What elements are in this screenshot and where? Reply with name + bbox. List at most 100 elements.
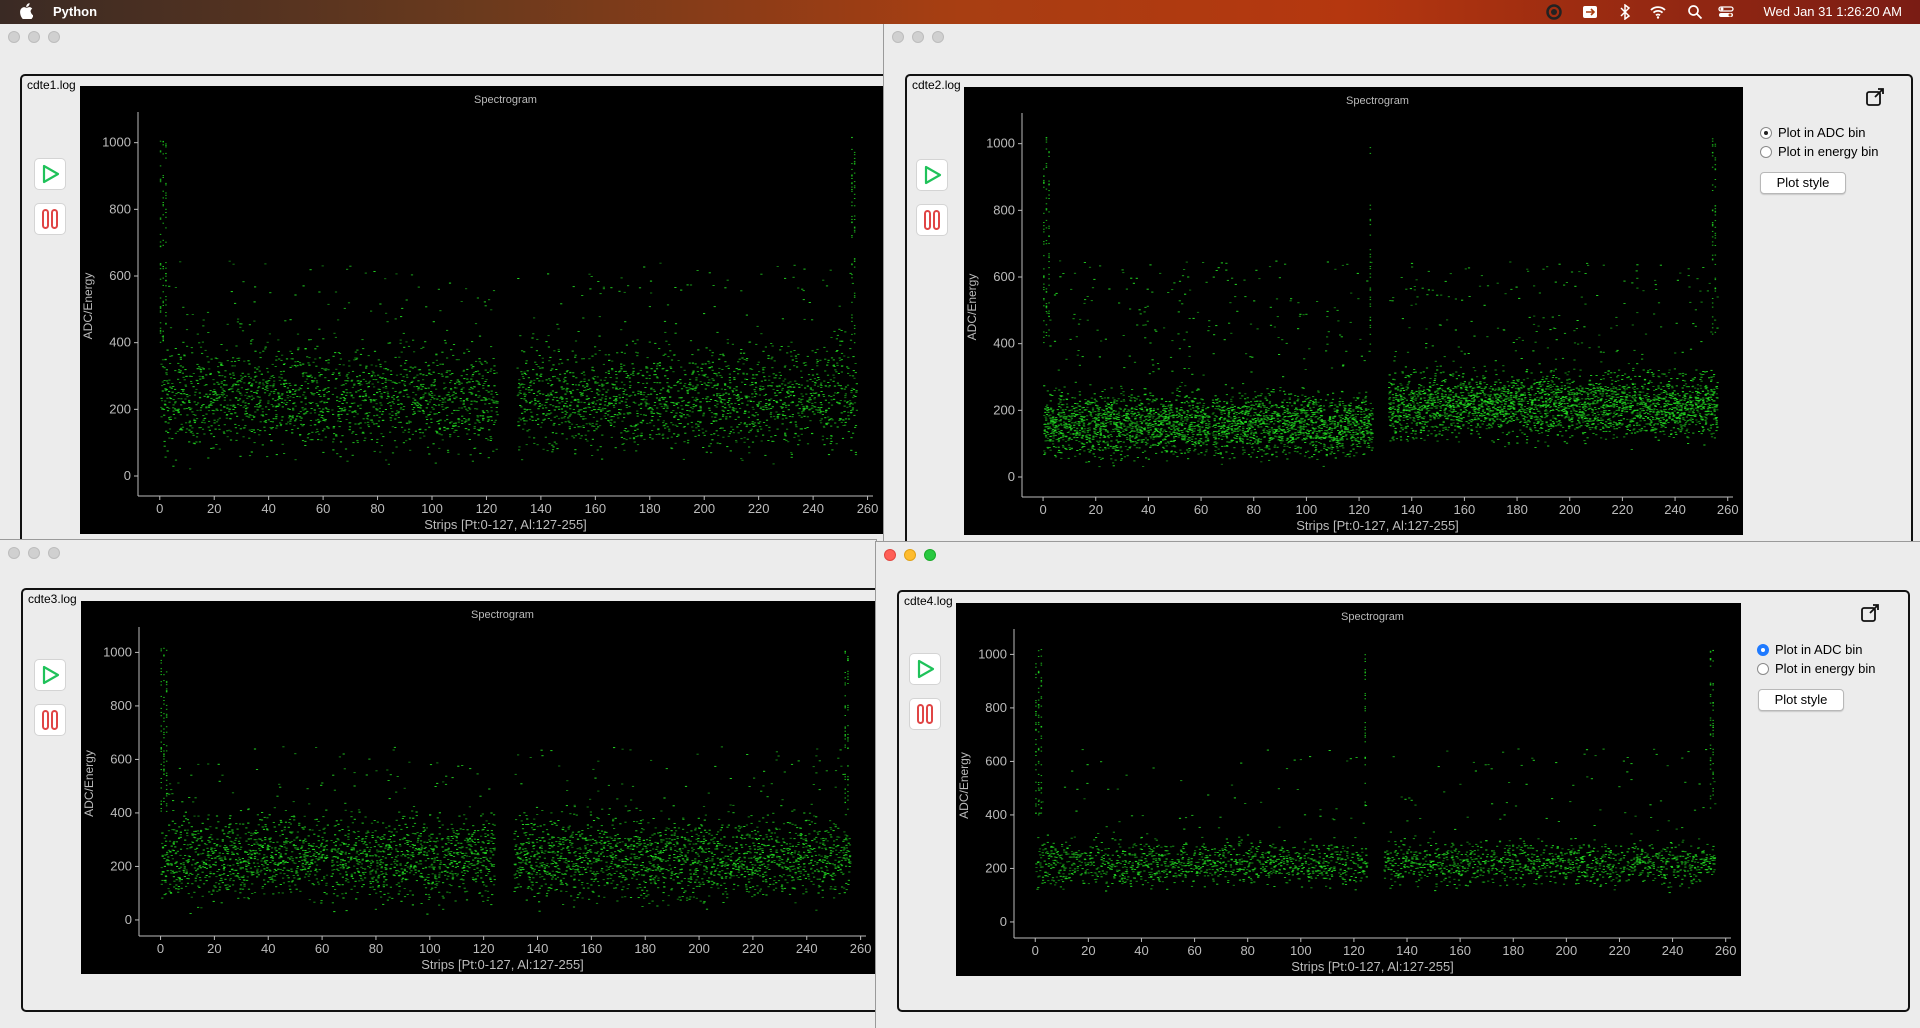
play-icon [42, 665, 60, 685]
panel-label: cdte2.log [912, 78, 961, 92]
bluetooth-icon[interactable] [1617, 4, 1633, 20]
plot-title: Spectrogram [1346, 95, 1409, 107]
pause-button[interactable] [35, 204, 65, 234]
y-tick-label: 0 [1000, 914, 1007, 929]
x-tick-label: 160 [1454, 502, 1476, 517]
spectrogram-plot[interactable]: Spectrogram 0 200 400 600 800 1000 0 20 40 60 80 100… [80, 86, 883, 534]
spectrogram-plot[interactable]: Spectrogram 0 200 400 600 800 1000 0 20 40 60 80 100… [964, 87, 1743, 535]
window-titlebar[interactable] [876, 542, 1920, 568]
app-name[interactable]: Python [53, 4, 97, 19]
radio-indicator[interactable] [1760, 126, 1772, 139]
zoom-button[interactable] [48, 547, 60, 559]
window-cdte3: cdte3.log Spectrogram 0 200 400 600 800 1000 0 2… [0, 540, 876, 1028]
popout-icon[interactable] [1859, 602, 1881, 624]
radio-indicator[interactable] [1757, 643, 1769, 656]
x-tick-label: 120 [473, 941, 495, 956]
x-tick-label: 220 [1609, 943, 1631, 958]
x-tick-label: 120 [1343, 943, 1365, 958]
x-tick-label: 200 [693, 501, 715, 516]
play-button[interactable] [910, 654, 940, 684]
plot-title: Spectrogram [474, 94, 537, 106]
close-button[interactable] [8, 31, 20, 43]
x-tick-label: 140 [530, 501, 552, 516]
x-tick-label: 120 [1348, 502, 1370, 517]
x-tick-label: 220 [748, 501, 770, 516]
minimize-button[interactable] [912, 31, 924, 43]
y-tick-label: 600 [993, 269, 1015, 284]
wifi-icon[interactable] [1650, 4, 1666, 20]
x-tick-label: 0 [156, 501, 163, 516]
x-tick-label: 20 [207, 501, 221, 516]
y-tick-label: 600 [110, 751, 132, 766]
y-tick-label: 600 [985, 753, 1007, 768]
window-titlebar[interactable] [0, 540, 876, 566]
x-tick-label: 240 [796, 941, 818, 956]
y-tick-label: 0 [1008, 469, 1015, 484]
radio-adc-bin[interactable]: Plot in ADC bin [1760, 125, 1865, 140]
play-icon [42, 164, 60, 184]
x-axis-label: Strips [Pt:0-127, Al:127-255] [424, 517, 587, 532]
y-tick-label: 400 [109, 335, 131, 350]
play-button[interactable] [917, 160, 947, 190]
x-tick-label: 0 [1039, 502, 1046, 517]
record-icon[interactable] [1546, 4, 1562, 20]
minimize-button[interactable] [904, 549, 916, 561]
screen-share-icon[interactable] [1582, 4, 1598, 20]
x-tick-label: 40 [1141, 502, 1155, 517]
radio-energy-bin[interactable]: Plot in energy bin [1757, 661, 1875, 676]
spectrogram-data [1035, 649, 1717, 894]
plot-style-button[interactable]: Plot style [1758, 689, 1844, 711]
y-axis-label: ADC/Energy [965, 274, 979, 341]
y-tick-label: 200 [109, 401, 131, 416]
popout-icon[interactable] [1864, 86, 1886, 108]
plot-style-button[interactable]: Plot style [1760, 172, 1846, 194]
spectrogram-data [159, 136, 858, 470]
radio-indicator[interactable] [1757, 662, 1769, 675]
pause-button[interactable] [917, 205, 947, 235]
window-titlebar[interactable] [884, 24, 1920, 50]
radio-indicator[interactable] [1760, 145, 1772, 158]
menubar-clock[interactable]: Wed Jan 31 1:26:20 AM [1763, 4, 1902, 19]
y-tick-label: 200 [993, 402, 1015, 417]
y-axis-label: ADC/Energy [81, 273, 95, 340]
minimize-button[interactable] [28, 31, 40, 43]
spectrogram-plot[interactable]: Spectrogram 0 200 400 600 800 1000 0 20 40 60 80 100… [956, 603, 1741, 976]
y-tick-label: 200 [985, 860, 1007, 875]
play-button[interactable] [35, 660, 65, 690]
window-cdte2: cdte2.log Spectrogram 0 200 400 600 800 1000 0 2… [884, 24, 1920, 544]
x-tick-label: 140 [1396, 943, 1418, 958]
x-axis-label: Strips [Pt:0-127, Al:127-255] [1291, 959, 1454, 974]
radio-energy-bin[interactable]: Plot in energy bin [1760, 144, 1878, 159]
panel-label: cdte1.log [27, 78, 76, 92]
pause-button[interactable] [910, 699, 940, 729]
zoom-button[interactable] [924, 549, 936, 561]
window-cdte1: cdte1.log Spectrogram 0 200 400 600 800 1000 0 2… [0, 24, 883, 544]
apple-icon[interactable] [20, 3, 33, 19]
play-icon [924, 165, 942, 185]
play-button[interactable] [35, 159, 65, 189]
radio-label: Plot in energy bin [1778, 144, 1879, 159]
pause-button[interactable] [35, 705, 65, 735]
x-tick-label: 200 [1559, 502, 1581, 517]
x-tick-label: 20 [1088, 502, 1102, 517]
plot-title: Spectrogram [471, 609, 534, 621]
y-tick-label: 1000 [103, 644, 132, 659]
y-axis-label: ADC/Energy [957, 752, 971, 819]
search-icon[interactable] [1687, 4, 1703, 20]
close-button[interactable] [892, 31, 904, 43]
spectrogram-plot[interactable]: Spectrogram 0 200 400 600 800 1000 0 20 40 60 80 100… [81, 601, 876, 974]
zoom-button[interactable] [48, 31, 60, 43]
x-tick-label: 0 [1032, 943, 1039, 958]
y-tick-label: 1000 [102, 135, 131, 150]
minimize-button[interactable] [28, 547, 40, 559]
zoom-button[interactable] [932, 31, 944, 43]
y-tick-label: 800 [985, 700, 1007, 715]
control-center-icon[interactable] [1718, 4, 1734, 20]
x-tick-label: 100 [1290, 943, 1312, 958]
close-button[interactable] [8, 547, 20, 559]
radio-label: Plot in ADC bin [1775, 642, 1863, 657]
radio-label: Plot in ADC bin [1778, 125, 1866, 140]
window-titlebar[interactable] [0, 24, 883, 50]
close-button[interactable] [884, 549, 896, 561]
radio-adc-bin[interactable]: Plot in ADC bin [1757, 642, 1862, 657]
